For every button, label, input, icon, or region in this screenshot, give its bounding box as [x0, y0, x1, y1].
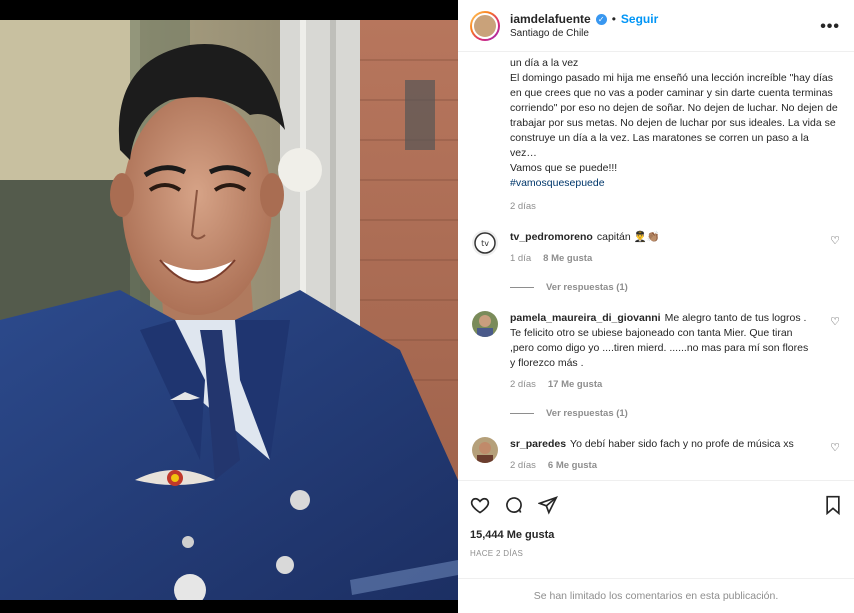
- photo-illustration: [0, 20, 458, 600]
- comment-item: pamela_maureira_di_giovanni Me alegro tan…: [472, 311, 840, 419]
- commenter-avatar[interactable]: [472, 437, 498, 463]
- comment-time: 1 día: [510, 253, 532, 264]
- comment-time: 2 días: [510, 379, 536, 390]
- post-location[interactable]: Santiago de Chile: [510, 28, 658, 39]
- comments-list[interactable]: un día a la vez El domingo pasado mi hij…: [458, 52, 854, 480]
- author-avatar[interactable]: [470, 10, 500, 41]
- comment-username[interactable]: tv_pedromoreno: [510, 231, 593, 243]
- view-replies-button[interactable]: Ver respuestas (1): [510, 408, 838, 419]
- like-count[interactable]: 15,444 Me gusta: [470, 529, 842, 541]
- heart-icon[interactable]: [470, 495, 490, 515]
- view-replies-button[interactable]: Ver respuestas (1): [510, 282, 838, 293]
- comment-like-icon[interactable]: ♡: [830, 234, 840, 247]
- share-icon[interactable]: [538, 495, 558, 515]
- comment-icon[interactable]: [504, 495, 524, 515]
- comment-likes[interactable]: 8 Me gusta: [543, 253, 592, 264]
- caption-time: 2 días: [510, 201, 536, 212]
- commenter-avatar[interactable]: tv: [472, 230, 498, 256]
- caption-text: un día a la vez El domingo pasado mi hij…: [510, 57, 838, 174]
- post-header: iamdelafuente ✓ • Seguir Santiago de Chi…: [458, 0, 854, 52]
- comment-text: Yo debí haber sido fach y no profe de mú…: [570, 438, 794, 450]
- author-username[interactable]: iamdelafuente: [510, 12, 591, 26]
- svg-text:tv: tv: [481, 239, 489, 248]
- comment-like-icon[interactable]: ♡: [830, 315, 840, 328]
- follow-button[interactable]: Seguir: [621, 12, 658, 26]
- post-modal: iamdelafuente ✓ • Seguir Santiago de Chi…: [0, 0, 854, 613]
- comments-limited-notice: Se han limitado los comentarios en esta …: [458, 578, 854, 613]
- comment-username[interactable]: pamela_maureira_di_giovanni: [510, 312, 661, 324]
- comment-like-icon[interactable]: ♡: [830, 441, 840, 454]
- post-actions: 15,444 Me gusta HACE 2 DÍAS: [458, 480, 854, 558]
- comment-time: 2 días: [510, 460, 536, 471]
- post-date: HACE 2 DÍAS: [470, 549, 524, 558]
- verified-badge-icon: ✓: [595, 13, 607, 25]
- comment-username[interactable]: sr_paredes: [510, 438, 566, 450]
- post-caption: un día a la vez El domingo pasado mi hij…: [510, 56, 838, 191]
- comment-text: capitán 👨‍✈️👏🏽: [596, 231, 660, 243]
- comment-likes[interactable]: 17 Me gusta: [548, 379, 602, 390]
- post-photo[interactable]: [0, 20, 458, 600]
- post-sidebar: iamdelafuente ✓ • Seguir Santiago de Chi…: [458, 0, 854, 613]
- view-replies-label: Ver respuestas (1): [546, 408, 628, 419]
- bookmark-icon[interactable]: [824, 495, 842, 515]
- more-options-icon[interactable]: •••: [820, 18, 840, 36]
- commenter-avatar[interactable]: [472, 311, 498, 337]
- comment-item: sr_paredes Yo debí haber sido fach y no p…: [472, 437, 840, 471]
- comment-likes[interactable]: 6 Me gusta: [548, 460, 597, 471]
- view-replies-label: Ver respuestas (1): [546, 282, 628, 293]
- comment-item: tv tv_pedromoreno capitán 👨‍✈️👏🏽 ♡ 1 día …: [472, 230, 840, 293]
- caption-hashtag[interactable]: #vamosquesepuede: [510, 177, 605, 189]
- separator-dot: •: [611, 12, 616, 26]
